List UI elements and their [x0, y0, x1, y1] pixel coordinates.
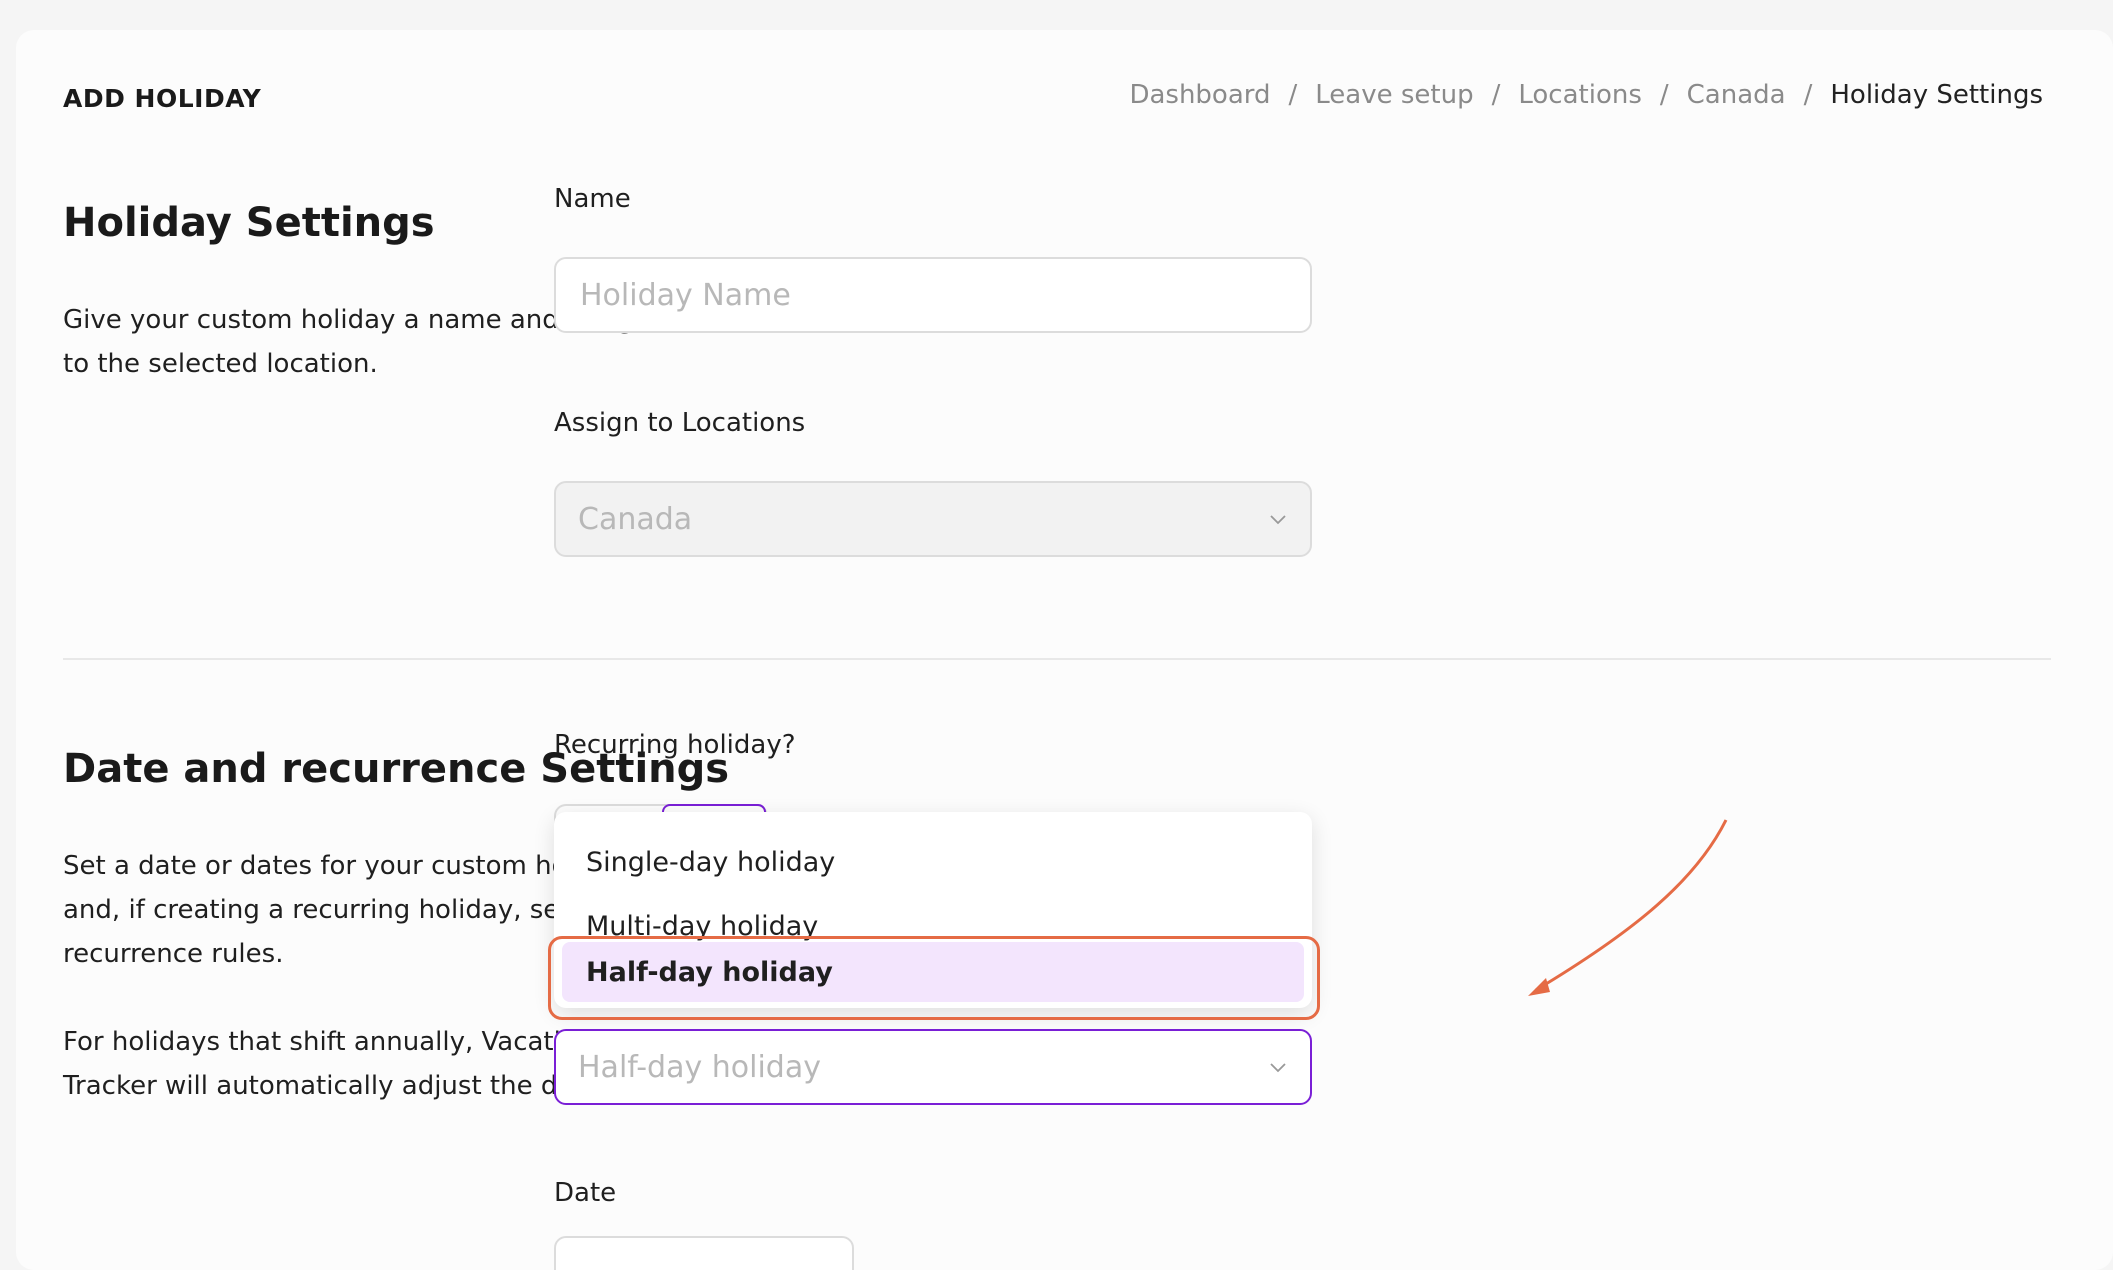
- breadcrumb: Dashboard / Leave setup / Locations / Ca…: [1129, 80, 2043, 110]
- description-line: For holidays that shift annually, Vacati…: [63, 1027, 594, 1057]
- holiday-type-select[interactable]: Half-day holiday: [554, 1029, 1312, 1105]
- description-line: Set a date or dates for your custom holi…: [63, 851, 630, 881]
- breadcrumb-current: Holiday Settings: [1830, 80, 2043, 110]
- holiday-type-value: Half-day holiday: [578, 1049, 821, 1085]
- breadcrumb-leave-setup[interactable]: Leave setup: [1315, 80, 1473, 110]
- holiday-type-dropdown: Single-day holiday Multi-day holiday Hal…: [554, 812, 1312, 1008]
- locations-value: Canada: [578, 501, 693, 537]
- breadcrumb-dashboard[interactable]: Dashboard: [1129, 80, 1270, 110]
- breadcrumb-locations[interactable]: Locations: [1518, 80, 1642, 110]
- breadcrumb-separator: /: [1803, 80, 1813, 110]
- chevron-down-icon: [1270, 515, 1286, 525]
- description-line: recurrence rules.: [63, 939, 284, 969]
- holiday-settings-title: Holiday Settings: [63, 200, 435, 246]
- recurring-label: Recurring holiday?: [554, 730, 796, 760]
- breadcrumb-separator: /: [1659, 80, 1669, 110]
- chevron-down-icon: [1270, 1063, 1286, 1073]
- locations-select[interactable]: Canada: [554, 481, 1312, 557]
- page-title: ADD HOLIDAY: [63, 84, 262, 113]
- option-single-day[interactable]: Single-day holiday: [562, 832, 1304, 892]
- breadcrumb-canada[interactable]: Canada: [1687, 80, 1786, 110]
- breadcrumb-separator: /: [1491, 80, 1501, 110]
- page-card: ADD HOLIDAY Dashboard / Leave setup / Lo…: [16, 30, 2113, 1270]
- description-line: and, if creating a recurring holiday, se…: [63, 895, 621, 925]
- name-label: Name: [554, 184, 631, 214]
- name-field[interactable]: [554, 257, 1312, 333]
- breadcrumb-separator: /: [1288, 80, 1298, 110]
- description-line: Tracker will automatically adjust the da…: [63, 1071, 608, 1101]
- date-label: Date: [554, 1178, 617, 1208]
- locations-label: Assign to Locations: [554, 408, 806, 438]
- description-line: to the selected location.: [63, 349, 378, 379]
- section-divider: [63, 658, 2051, 660]
- annotation-arrow-icon: [1528, 819, 1728, 996]
- option-half-day[interactable]: Half-day holiday: [562, 942, 1304, 1002]
- date-settings-description: Set a date or dates for your custom holi…: [63, 844, 630, 1108]
- date-input[interactable]: [554, 1236, 854, 1270]
- name-input[interactable]: [578, 276, 1288, 314]
